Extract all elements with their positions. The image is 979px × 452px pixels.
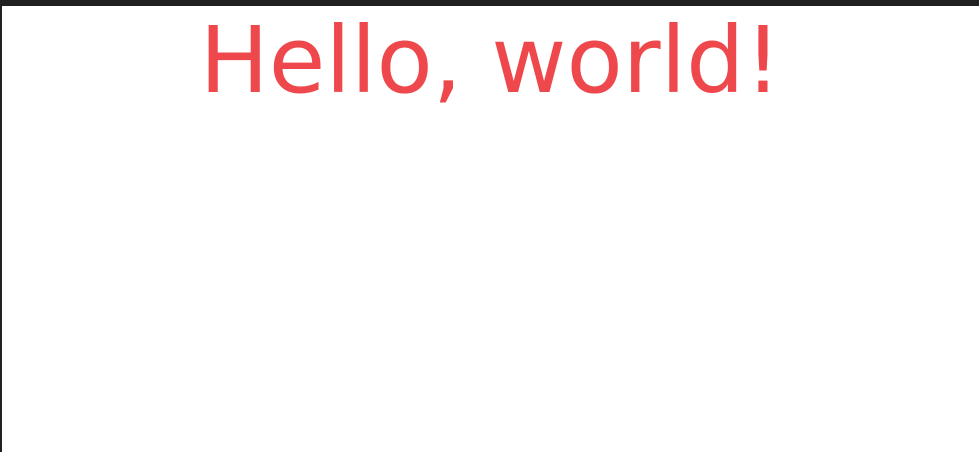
page-content: Hello, world! <box>2 6 979 452</box>
hello-world-heading: Hello, world! <box>199 7 782 114</box>
